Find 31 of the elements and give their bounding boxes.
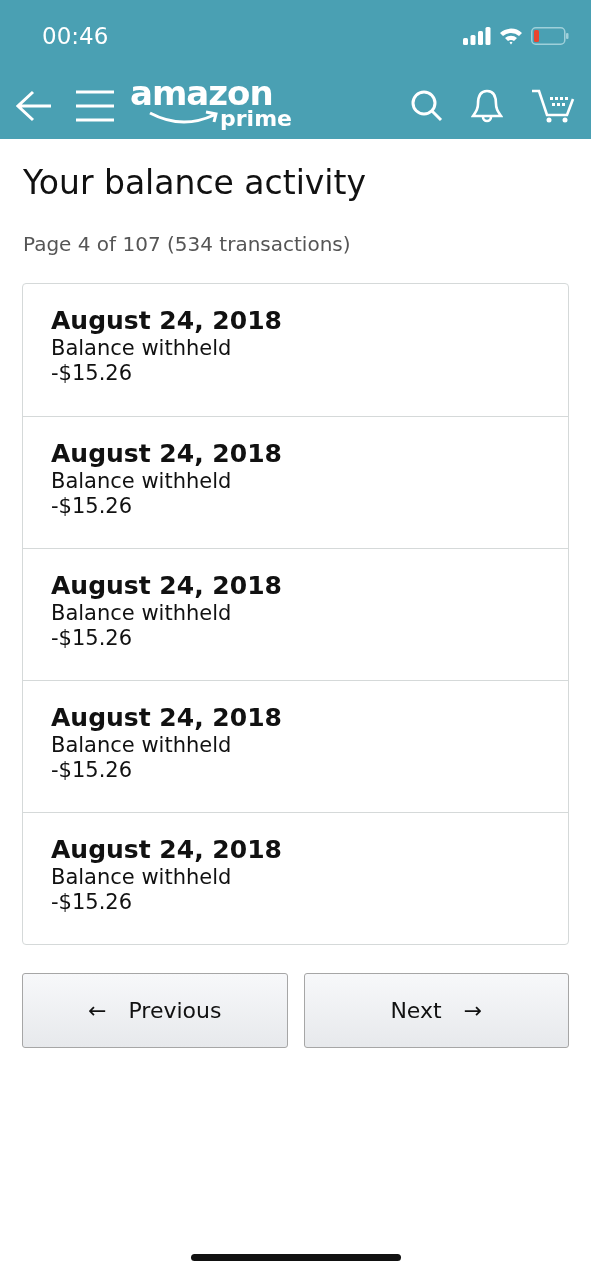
previous-button[interactable]: ← Previous [22, 972, 288, 1048]
transaction-amount: -$15.26 [51, 757, 134, 783]
signal-icon [463, 27, 491, 45]
logo-text: amazon [130, 75, 273, 110]
page-title: Your balance activity [23, 163, 367, 203]
transaction-description: Balance withheld [51, 600, 233, 626]
transaction-description: Balance withheld [51, 335, 233, 361]
menu-icon[interactable] [76, 89, 114, 122]
transaction-amount: -$15.26 [51, 625, 134, 651]
bell-icon[interactable] [471, 88, 503, 123]
battery-icon [531, 27, 569, 45]
transaction-date: August 24, 2018 [51, 702, 283, 733]
transaction-date: August 24, 2018 [51, 438, 283, 469]
transaction-description: Balance withheld [51, 864, 233, 890]
transaction-date: August 24, 2018 [51, 305, 283, 336]
wifi-icon [499, 27, 523, 45]
logo-subtext: prime [220, 107, 292, 130]
transaction-description: Balance withheld [51, 468, 233, 494]
back-arrow-icon[interactable] [16, 89, 52, 122]
page-info: Page 4 of 107 (534 transactions) [23, 230, 352, 258]
transaction-amount: -$15.26 [51, 360, 134, 386]
transaction-description: Balance withheld [51, 732, 233, 758]
next-button[interactable]: Next → [303, 972, 569, 1048]
transaction-date: August 24, 2018 [51, 834, 283, 865]
transaction-date: August 24, 2018 [51, 570, 283, 601]
search-icon[interactable] [411, 89, 443, 122]
cart-icon[interactable] [531, 87, 575, 124]
transaction-amount: -$15.26 [51, 889, 134, 915]
status-time: 00:46 [42, 21, 109, 51]
transaction-amount: -$15.26 [51, 493, 134, 519]
smile-arrow-icon [148, 109, 218, 126]
